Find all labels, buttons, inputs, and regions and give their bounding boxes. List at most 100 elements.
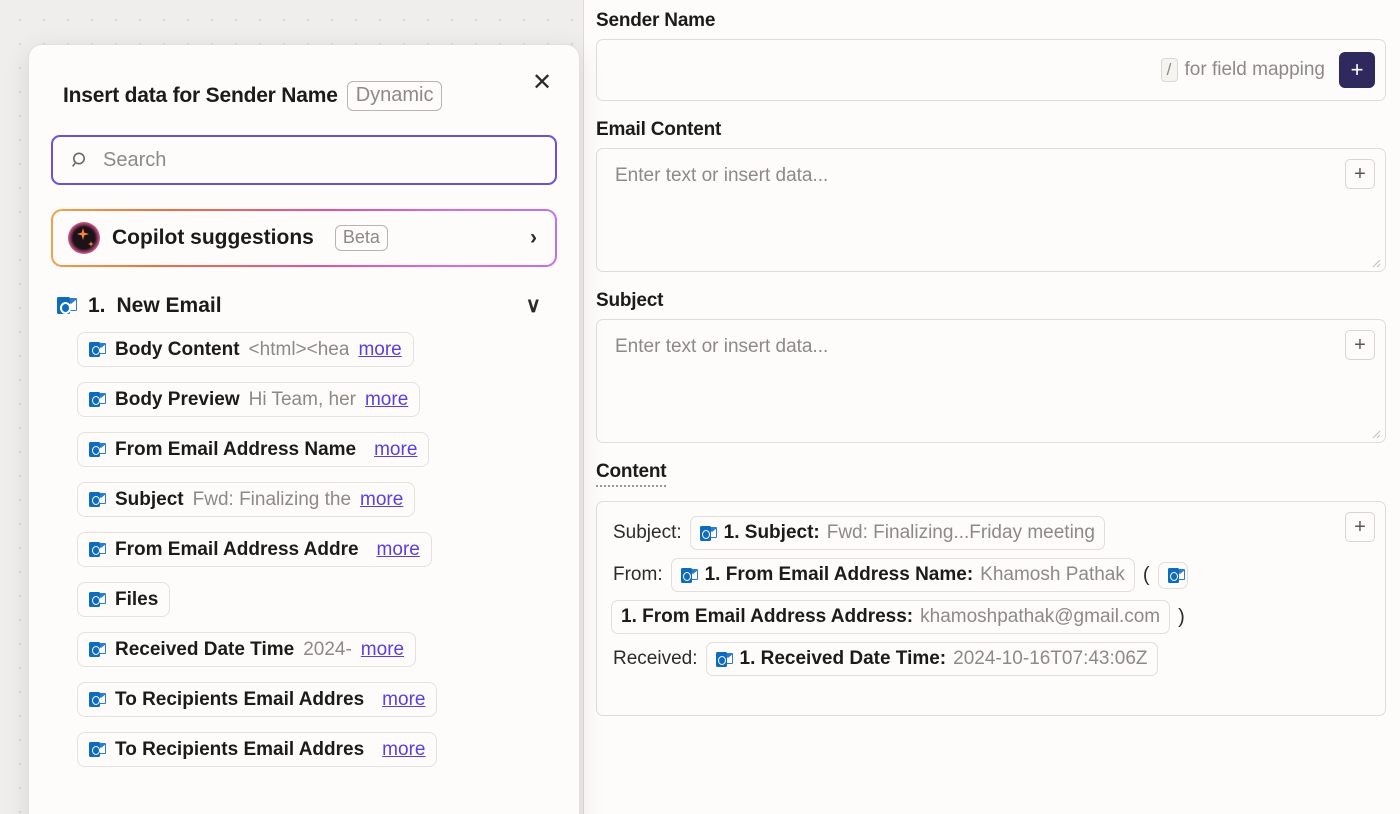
search-icon: [71, 152, 85, 167]
copilot-suggestions-row[interactable]: Copilot suggestions Beta ›: [51, 209, 557, 267]
outlook-icon: [89, 392, 106, 407]
more-link[interactable]: more: [361, 639, 404, 661]
token-chip-value: Fwd: Finalizing...Friday meeting: [826, 522, 1095, 543]
token-name: Subject: [115, 488, 184, 510]
beta-badge: Beta: [334, 225, 388, 251]
subject-placeholder: Enter text or insert data...: [615, 336, 829, 357]
copilot-suggestions-label: Copilot suggestions: [112, 226, 314, 249]
dynamic-badge: Dynamic: [346, 81, 443, 111]
list-item[interactable]: To Recipients Email Addres more: [77, 732, 438, 767]
token-chip-from-address[interactable]: 1. From Email Address Address: khamoshpa…: [611, 600, 1171, 634]
content-insert-data-button[interactable]: +: [1345, 512, 1375, 542]
token-value: Hi Team, her: [248, 388, 356, 410]
dialog-header: Insert data for Sender Name Dynamic ✕: [29, 45, 579, 111]
token-chip-key: 1. From Email Address Address:: [621, 606, 914, 627]
token-chip-key: 1. Received Date Time:: [739, 648, 947, 669]
outlook-icon: [715, 651, 733, 667]
email-content-placeholder: Enter text or insert data...: [615, 165, 829, 186]
list-item[interactable]: Subject Fwd: Finalizing the more: [77, 482, 416, 517]
sender-name-input[interactable]: / for field mapping +: [596, 39, 1386, 101]
list-item[interactable]: From Email Address Name more: [77, 432, 430, 467]
subject-insert-data-button[interactable]: +: [1345, 330, 1375, 360]
content-row-label: From:: [613, 564, 663, 585]
group-name: New Email: [116, 293, 222, 317]
search-input[interactable]: Search: [51, 135, 557, 185]
sender-name-label: Sender Name: [596, 10, 716, 31]
token-name: From Email Address Name: [115, 438, 357, 460]
outlook-icon: [89, 592, 106, 607]
chevron-right-icon[interactable]: ›: [530, 226, 537, 250]
field-mapping-hint-text: for field mapping: [1184, 59, 1325, 80]
resize-grip-icon[interactable]: [1369, 427, 1381, 439]
token-chip-from-name[interactable]: 1. From Email Address Name: Khamosh Path…: [670, 558, 1135, 592]
token-name: From Email Address Addre: [115, 538, 359, 560]
outlook-icon: [89, 442, 106, 457]
outlook-icon: [699, 525, 717, 541]
content-row-received: Received: 1. Received Date Time: 2024-10…: [613, 642, 1333, 676]
content-row-from-address: 1. From Email Address Address: khamoshpa…: [611, 600, 1333, 634]
close-paren: ): [1178, 605, 1185, 628]
content-row-label: Subject:: [613, 522, 682, 543]
token-value: <html><hea: [248, 338, 350, 360]
app-root: Sender Name / for field mapping + Email …: [0, 0, 1400, 814]
list-item[interactable]: Body Preview Hi Team, her more: [77, 382, 421, 417]
token-chip-key: 1. Subject:: [723, 522, 820, 543]
slash-key-icon: /: [1160, 58, 1178, 82]
more-link[interactable]: more: [365, 389, 408, 411]
resize-grip-icon[interactable]: [1369, 256, 1381, 268]
email-content-label: Email Content: [596, 119, 722, 140]
outlook-icon: [680, 567, 698, 583]
token-name: Body Preview: [115, 388, 240, 410]
list-item[interactable]: Received Date Time 2024- more: [77, 632, 417, 667]
token-chip-value: 2024-10-16T07:43:06Z: [953, 648, 1148, 669]
content-row-from: From: 1. From Email Address Name: Khamos…: [613, 558, 1333, 592]
subject-textarea[interactable]: Enter text or insert data... +: [596, 319, 1386, 443]
more-link[interactable]: more: [374, 439, 417, 461]
token-name: Received Date Time: [115, 638, 295, 660]
copilot-sparkle-icon: [68, 222, 100, 254]
email-content-insert-data-button[interactable]: +: [1345, 159, 1375, 189]
token-name: Files: [115, 588, 159, 610]
email-content-textarea[interactable]: Enter text or insert data... +: [596, 148, 1386, 272]
list-item[interactable]: Body Content <html><hea more: [77, 332, 414, 367]
more-link[interactable]: more: [382, 689, 425, 711]
outlook-icon: [89, 342, 106, 357]
token-chip-value: khamoshpathak@gmail.com: [920, 606, 1161, 627]
token-chip-value: Khamosh Pathak: [980, 564, 1125, 585]
outlook-icon: [89, 642, 106, 657]
content-editor[interactable]: + Subject: 1. Subject: Fwd: Finalizing..…: [596, 501, 1386, 716]
more-link[interactable]: more: [360, 489, 403, 511]
group-header-new-email[interactable]: 1. New Email ∨: [57, 293, 557, 318]
sender-name-insert-data-button[interactable]: +: [1339, 52, 1375, 88]
open-paren: (: [1142, 563, 1150, 586]
token-name: To Recipients Email Addres: [115, 738, 365, 760]
outlook-icon: [89, 742, 106, 757]
token-name: Body Content: [115, 338, 240, 360]
subject-label: Subject: [596, 290, 664, 311]
content-row-subject: Subject: 1. Subject: Fwd: Finalizing...F…: [613, 516, 1333, 550]
group-number: 1.: [88, 293, 106, 317]
field-subject: Subject Enter text or insert data... +: [596, 290, 1386, 443]
editor-pane: Sender Name / for field mapping + Email …: [583, 0, 1400, 814]
token-value: 2024-: [303, 638, 352, 660]
list-item[interactable]: Files: [77, 582, 171, 617]
outlook-icon: [89, 492, 106, 507]
token-chip-from-address-head[interactable]: [1157, 561, 1188, 589]
field-email-content: Email Content Enter text or insert data.…: [596, 119, 1386, 272]
content-token-rows: Subject: 1. Subject: Fwd: Finalizing...F…: [597, 502, 1385, 694]
content-label: Content: [596, 461, 667, 487]
more-link[interactable]: more: [358, 339, 401, 361]
token-chip-subject[interactable]: 1. Subject: Fwd: Finalizing...Friday mee…: [689, 516, 1105, 550]
field-sender-name: Sender Name / for field mapping +: [596, 10, 1386, 101]
token-chip-received[interactable]: 1. Received Date Time: 2024-10-16T07:43:…: [705, 642, 1158, 676]
close-icon[interactable]: ✕: [527, 67, 557, 97]
more-link[interactable]: more: [377, 539, 420, 561]
list-item[interactable]: To Recipients Email Addres more: [77, 682, 438, 717]
chevron-down-icon[interactable]: ∨: [526, 293, 541, 318]
outlook-icon: [89, 542, 106, 557]
content-row-label: Received:: [613, 648, 698, 669]
list-item[interactable]: From Email Address Addre more: [77, 532, 432, 567]
field-content: Content + Subject: 1. Subject: Fwd: Fina…: [596, 461, 1386, 716]
more-link[interactable]: more: [382, 739, 425, 761]
token-value: Fwd: Finalizing the: [192, 488, 352, 510]
